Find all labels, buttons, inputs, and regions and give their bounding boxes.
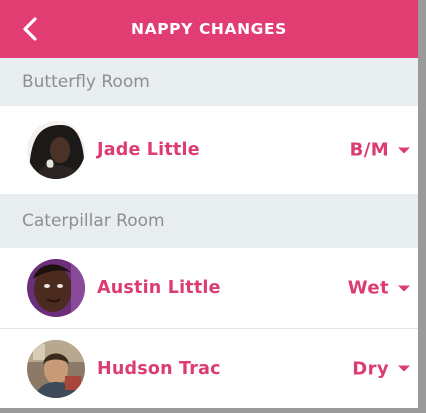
caret-down-icon — [398, 285, 410, 291]
child-name: Jade Little — [97, 140, 200, 160]
nappy-status-dropdown[interactable]: B/M — [350, 140, 410, 161]
nappy-status-dropdown[interactable]: Wet — [348, 278, 410, 299]
avatar — [27, 339, 85, 398]
child-row-austin-little[interactable]: Austin Little Wet — [0, 248, 418, 329]
screen: NAPPY CHANGES Butterfly Room Jade Little… — [0, 0, 418, 408]
child-name: Hudson Trac — [97, 358, 221, 379]
child-row-jade-little[interactable]: Jade Little B/M — [0, 106, 418, 194]
nappy-status-value: Dry — [352, 358, 389, 379]
back-button[interactable] — [12, 11, 48, 47]
child-name: Austin Little — [97, 278, 221, 298]
section-title: Caterpillar Room — [22, 211, 165, 231]
chevron-left-icon — [23, 17, 37, 41]
avatar — [27, 121, 85, 179]
caret-down-icon — [398, 147, 410, 153]
header-bar: NAPPY CHANGES — [0, 0, 418, 58]
nappy-status-value: B/M — [349, 139, 389, 161]
nappy-status-dropdown[interactable]: Dry — [352, 358, 410, 379]
section-title: Butterfly Room — [22, 72, 150, 92]
child-row-hudson-trac[interactable]: Hudson Trac Dry — [0, 329, 418, 408]
section-header-butterfly-room: Butterfly Room — [0, 58, 418, 106]
section-header-caterpillar-room: Caterpillar Room — [0, 194, 418, 248]
nappy-status-value: Wet — [347, 277, 389, 299]
caret-down-icon — [398, 365, 410, 372]
avatar — [27, 259, 85, 317]
page-title: NAPPY CHANGES — [131, 20, 287, 38]
